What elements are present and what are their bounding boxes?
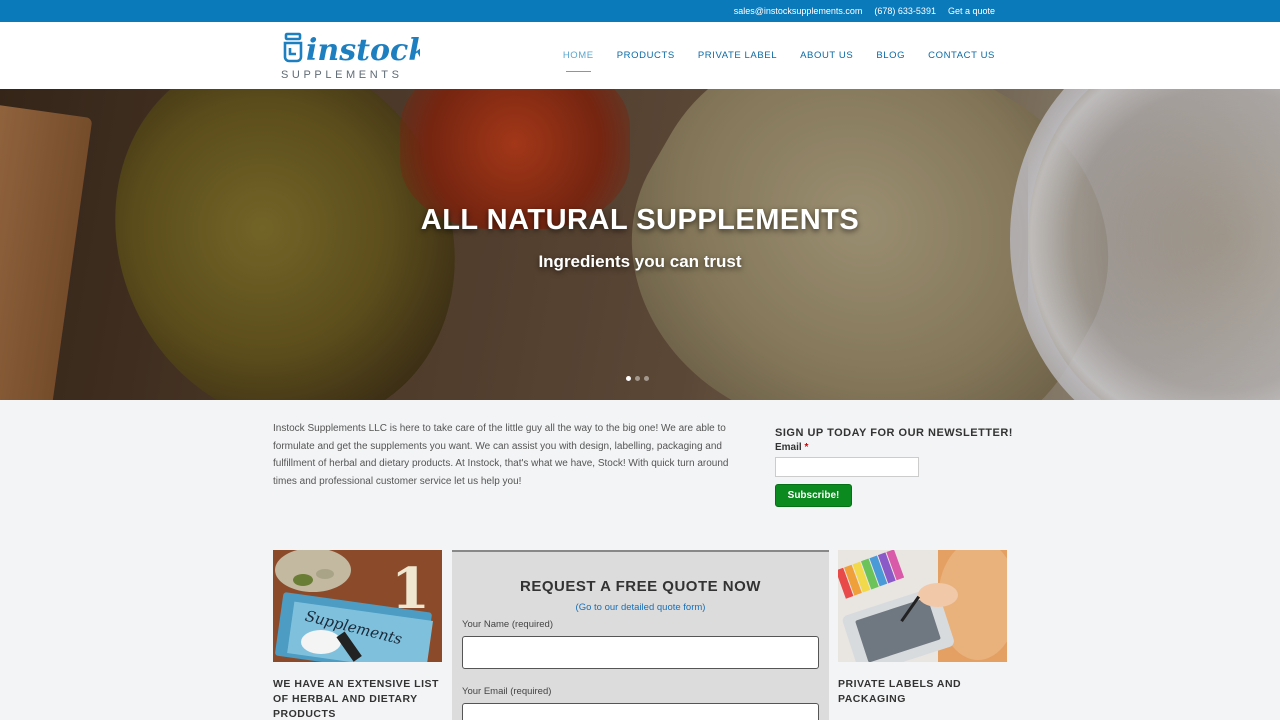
top-bar-quote-link[interactable]: Get a quote: [948, 6, 995, 16]
nav-home[interactable]: HOME: [563, 46, 594, 72]
card-image-number: 1: [391, 556, 430, 622]
products-card-title[interactable]: WE HAVE AN EXTENSIVE LIST OF HERBAL AND …: [273, 677, 443, 720]
top-bar-email-link[interactable]: sales@instocksupplements.com: [734, 6, 863, 16]
site-header: instock SUPPLEMENTS HOME PRODUCTS PRIVAT…: [0, 22, 1280, 89]
quote-form-title: REQUEST A FREE QUOTE NOW: [520, 578, 761, 595]
logo-wordmark: instock: [306, 33, 420, 68]
hero-slider: ALL NATURAL SUPPLEMENTS Ingredients you …: [0, 89, 1280, 400]
slider-dot-2[interactable]: [635, 376, 640, 381]
main-nav: HOME PRODUCTS PRIVATE LABEL ABOUT US BLO…: [563, 22, 995, 89]
slider-dot-1[interactable]: [626, 376, 631, 381]
name-input[interactable]: [462, 636, 819, 669]
nav-private-label[interactable]: PRIVATE LABEL: [698, 46, 777, 65]
hero-overlay: [0, 89, 1280, 400]
intro-text: Instock Supplements LLC is here to take …: [273, 423, 729, 487]
subscribe-button[interactable]: Subscribe!: [775, 484, 852, 507]
slider-dot-3[interactable]: [644, 376, 649, 381]
private-label-card-image[interactable]: [838, 550, 1007, 662]
top-bar-phone-link[interactable]: (678) 633-5391: [874, 6, 936, 16]
slider-dots: [626, 376, 649, 381]
email-input[interactable]: [462, 703, 819, 720]
nav-about-us[interactable]: ABOUT US: [800, 46, 853, 65]
newsletter-signup: SIGN UP TODAY FOR OUR NEWSLETTER! Email …: [775, 427, 1015, 507]
newsletter-email-input[interactable]: [775, 457, 919, 477]
products-card-image[interactable]: Supplements 1: [273, 550, 442, 662]
hero-title: ALL NATURAL SUPPLEMENTS: [420, 204, 860, 236]
quote-form: REQUEST A FREE QUOTE NOW (Go to our deta…: [452, 550, 829, 720]
newsletter-title: SIGN UP TODAY FOR OUR NEWSLETTER!: [775, 427, 1013, 439]
nav-products[interactable]: PRODUCTS: [617, 46, 675, 65]
logo-subtext: SUPPLEMENTS: [281, 69, 403, 81]
email-field-label: Your Email (required): [462, 686, 552, 697]
top-bar: sales@instocksupplements.com (678) 633-5…: [0, 0, 1280, 22]
name-field-label: Your Name (required): [462, 619, 553, 630]
nav-blog[interactable]: BLOG: [876, 46, 905, 65]
hero-subtitle: Ingredients you can trust: [538, 252, 742, 271]
detailed-quote-link[interactable]: (Go to our detailed quote form): [452, 602, 829, 613]
private-label-card-title[interactable]: PRIVATE LABELS AND PACKAGING: [838, 677, 1008, 707]
nav-contact-us[interactable]: CONTACT US: [928, 46, 995, 65]
site-logo[interactable]: instock SUPPLEMENTS: [280, 30, 420, 82]
newsletter-email-label: Email *: [775, 442, 809, 453]
top-bar-links: sales@instocksupplements.com (678) 633-5…: [734, 0, 995, 22]
